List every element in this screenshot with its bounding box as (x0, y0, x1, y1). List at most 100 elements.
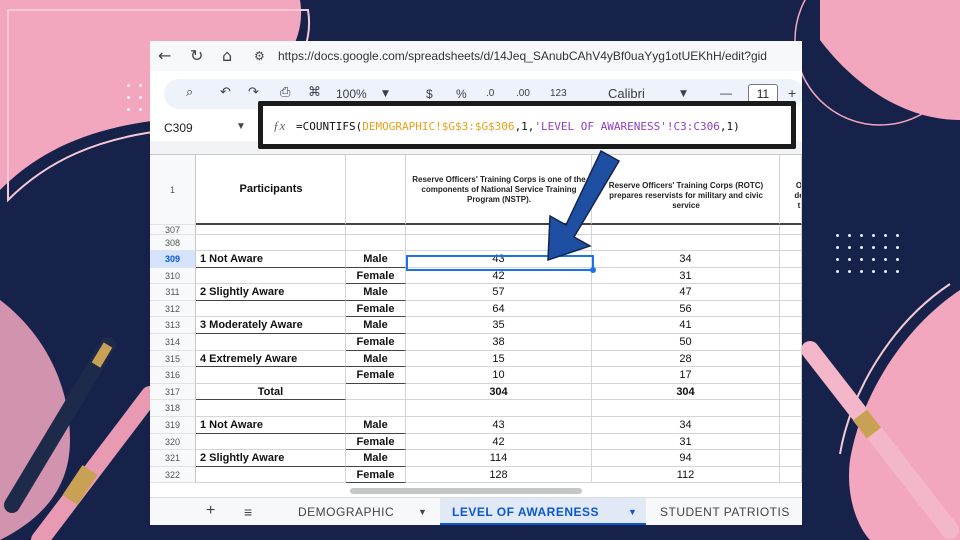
participant-level-cell[interactable] (196, 225, 346, 235)
font-select[interactable]: Calibri (608, 86, 645, 101)
participant-level-cell[interactable] (196, 400, 346, 417)
row-header[interactable]: 318 (150, 400, 196, 417)
increase-decimal-button[interactable]: .00 (516, 88, 530, 99)
sex-cell[interactable]: Male (346, 417, 406, 434)
value-cell-e[interactable] (780, 267, 802, 285)
row-header[interactable]: 319 (150, 417, 196, 434)
url-text[interactable]: https://docs.google.com/spreadsheets/d/1… (278, 49, 767, 63)
value-cell-c[interactable]: 35 (406, 317, 592, 334)
value-cell-e[interactable] (780, 350, 802, 368)
value-cell-c[interactable]: 128 (406, 466, 592, 484)
value-cell-d[interactable] (592, 225, 780, 235)
value-cell-e[interactable] (780, 367, 802, 384)
redo-icon[interactable]: ↷ (248, 85, 259, 100)
value-cell-d[interactable]: 112 (592, 466, 780, 484)
value-cell-e[interactable] (780, 466, 802, 484)
sex-cell[interactable]: Female (346, 466, 406, 484)
fill-handle[interactable] (590, 267, 596, 273)
sex-cell[interactable] (346, 225, 406, 235)
sex-cell[interactable] (346, 235, 406, 251)
value-cell-d[interactable]: 17 (592, 367, 780, 384)
tab-demographic-chevron-icon[interactable]: ▼ (418, 507, 427, 517)
tab-student-patriotism[interactable]: STUDENT PATRIOTIS (660, 505, 790, 519)
selected-cell-outline[interactable] (406, 255, 594, 271)
currency-format-button[interactable]: $ (426, 87, 433, 101)
sex-cell[interactable]: Male (346, 317, 406, 334)
value-cell-e[interactable] (780, 251, 802, 268)
paint-format-icon[interactable]: ⌘ (308, 85, 321, 100)
decrease-decimal-button[interactable]: .0 (486, 88, 494, 99)
value-cell-d[interactable]: 47 (592, 284, 780, 301)
tab-level-of-awareness-chevron-icon[interactable]: ▼ (628, 507, 637, 517)
value-cell-c[interactable]: 15 (406, 350, 592, 368)
participant-level-cell[interactable] (196, 267, 346, 285)
print-icon[interactable]: ⎙ (280, 85, 290, 100)
name-box-chevron-down-icon[interactable]: ▼ (236, 121, 246, 132)
zoom-select[interactable]: 100% (336, 87, 367, 101)
row-header[interactable]: 309 (150, 251, 196, 268)
tab-level-of-awareness[interactable]: LEVEL OF AWARENESS (452, 505, 599, 519)
sex-cell[interactable]: Male (346, 350, 406, 368)
sex-cell[interactable]: Male (346, 284, 406, 301)
row-header[interactable]: 320 (150, 433, 196, 451)
participant-level-cell[interactable] (196, 235, 346, 251)
value-cell-e[interactable] (780, 235, 802, 251)
header-col-e-cell[interactable]: O de t (780, 155, 802, 225)
formula-text[interactable]: =COUNTIFS(DEMOGRAPHIC!$G$3:$G$306,1,'LEV… (296, 120, 740, 133)
header-participants-cell[interactable]: Participants (196, 155, 346, 225)
horizontal-scrollbar[interactable] (350, 488, 582, 494)
row-header[interactable]: 314 (150, 334, 196, 351)
header-sex-cell[interactable] (346, 155, 406, 225)
value-cell-c[interactable]: 38 (406, 334, 592, 351)
value-cell-d[interactable]: 304 (592, 383, 780, 401)
sex-cell[interactable]: Male (346, 251, 406, 268)
back-icon[interactable]: ← (158, 46, 171, 65)
value-cell-d[interactable]: 41 (592, 317, 780, 334)
value-cell-c[interactable]: 43 (406, 417, 592, 434)
value-cell-d[interactable]: 50 (592, 334, 780, 351)
row-header[interactable]: 315 (150, 350, 196, 368)
sex-cell[interactable]: Female (346, 367, 406, 384)
row-header[interactable]: 310 (150, 267, 196, 285)
participant-level-cell[interactable] (196, 466, 346, 484)
search-menus-icon[interactable]: ⌕ (186, 85, 193, 100)
row-header[interactable]: 307 (150, 225, 196, 235)
tab-demographic[interactable]: DEMOGRAPHIC (298, 505, 394, 519)
undo-icon[interactable]: ↶ (220, 85, 231, 100)
row-header[interactable]: 313 (150, 317, 196, 334)
percent-format-button[interactable]: % (456, 87, 467, 101)
value-cell-c[interactable]: 57 (406, 284, 592, 301)
participant-level-cell[interactable] (196, 367, 346, 384)
participant-level-cell[interactable]: 3 Moderately Aware (196, 317, 346, 334)
value-cell-e[interactable] (780, 225, 802, 235)
participant-level-cell[interactable]: 1 Not Aware (196, 251, 346, 268)
value-cell-d[interactable]: 56 (592, 300, 780, 318)
value-cell-d[interactable] (592, 400, 780, 417)
participant-level-cell[interactable]: Total (196, 383, 346, 401)
value-cell-e[interactable] (780, 300, 802, 318)
more-formats-button[interactable]: 123 (550, 88, 567, 99)
row-header[interactable]: 321 (150, 450, 196, 467)
all-sheets-menu-icon[interactable]: ≡ (244, 504, 252, 520)
sex-cell[interactable]: Male (346, 450, 406, 467)
sex-cell[interactable]: Female (346, 267, 406, 285)
zoom-chevron-down-icon[interactable]: ▼ (382, 89, 389, 99)
value-cell-d[interactable]: 34 (592, 251, 780, 268)
value-cell-c[interactable] (406, 235, 592, 251)
value-cell-e[interactable] (780, 334, 802, 351)
value-cell-c[interactable]: 10 (406, 367, 592, 384)
row-header-1[interactable]: 1 (150, 155, 196, 225)
sex-cell[interactable]: Female (346, 334, 406, 351)
value-cell-e[interactable] (780, 417, 802, 434)
sex-cell[interactable]: Female (346, 433, 406, 451)
participant-level-cell[interactable]: 1 Not Aware (196, 417, 346, 434)
sex-cell[interactable] (346, 383, 406, 401)
value-cell-e[interactable] (780, 317, 802, 334)
participant-level-cell[interactable]: 4 Extremely Aware (196, 350, 346, 368)
value-cell-e[interactable] (780, 284, 802, 301)
increase-font-size-button[interactable]: + (788, 85, 796, 101)
value-cell-d[interactable]: 31 (592, 433, 780, 451)
row-header[interactable]: 308 (150, 235, 196, 251)
value-cell-d[interactable]: 34 (592, 417, 780, 434)
value-cell-d[interactable]: 28 (592, 350, 780, 368)
